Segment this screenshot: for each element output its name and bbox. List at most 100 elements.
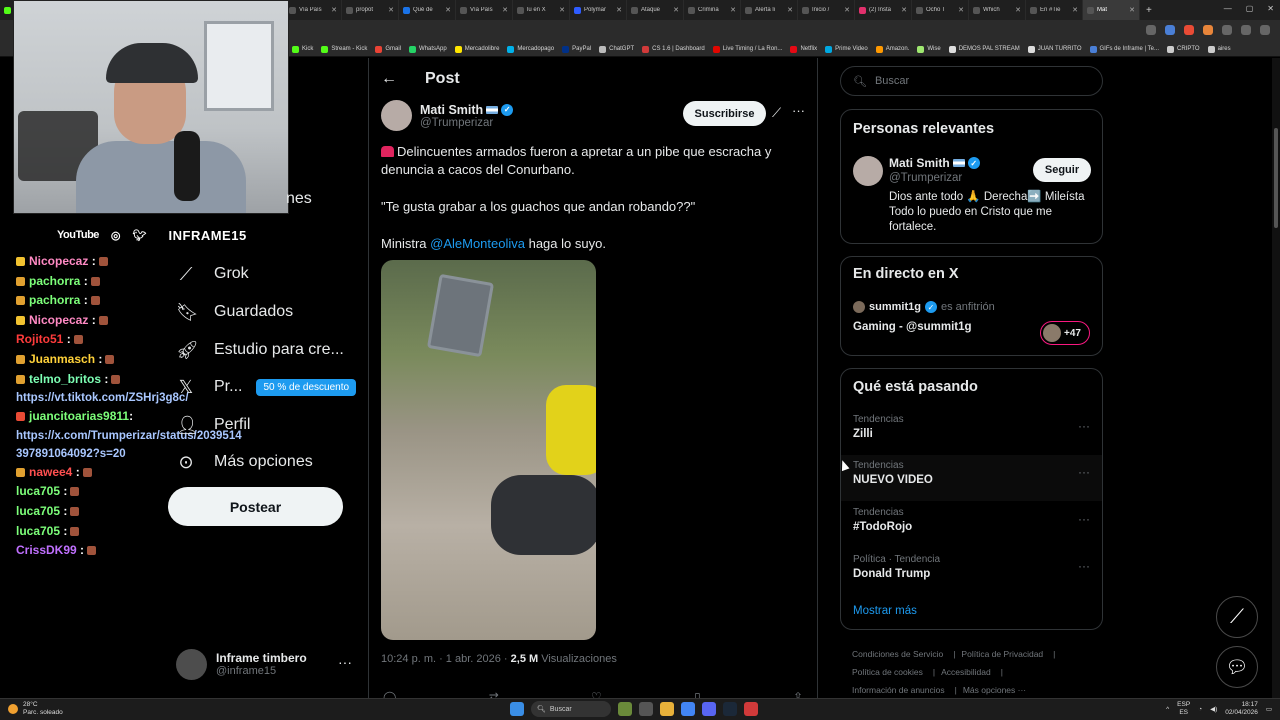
browser-tab[interactable]: Vía País ✕ (456, 0, 513, 20)
taskbar-search[interactable]: 🔍︎ Buscar (531, 701, 611, 717)
close-icon[interactable]: ✕ (502, 6, 508, 14)
clock[interactable]: 18:17 02/04/2026 (1225, 701, 1258, 717)
chrome-icon[interactable] (681, 702, 695, 716)
browser-tab[interactable]: Ocho T ✕ (912, 0, 969, 20)
more-icon[interactable]: ··· (338, 654, 352, 670)
back-arrow-icon[interactable]: ← (381, 70, 397, 88)
app-icon[interactable] (744, 702, 758, 716)
bookmark-item[interactable]: JUAN TURRITO (1027, 45, 1082, 53)
post-video[interactable] (381, 260, 596, 640)
subscribe-button[interactable]: Suscribirse (683, 101, 766, 126)
scrollbar[interactable] (1272, 58, 1280, 698)
maximize-icon[interactable]: ▢ (1246, 4, 1254, 13)
close-icon[interactable]: ✕ (1072, 6, 1078, 14)
show-more-link[interactable]: Mostrar más (853, 605, 917, 617)
close-icon[interactable]: ✕ (331, 6, 337, 14)
bookmark-item[interactable]: WhatsApp (409, 45, 447, 53)
browser-tab[interactable]: (2) Insta ✕ (855, 0, 912, 20)
account-switcher[interactable]: Inframe timbero @inframe15 ··· (176, 644, 356, 684)
close-icon[interactable]: ✕ (616, 6, 622, 14)
grok-icon[interactable]: ⟋ (772, 105, 781, 121)
file-explorer-icon[interactable] (660, 702, 674, 716)
close-icon[interactable]: ✕ (844, 6, 850, 14)
bookmark-item[interactable]: Live Timing / La Ron... (712, 45, 782, 53)
bookmark-item[interactable]: GIFs de Inframe | Te... (1089, 45, 1159, 53)
nav-item-more[interactable]: ⊙ Más opciones (176, 447, 312, 477)
browser-tab[interactable]: En #Tie ✕ (1026, 0, 1083, 20)
nav-more-partial[interactable]: nes (286, 184, 312, 214)
discord-icon[interactable] (702, 702, 716, 716)
extension-icon[interactable] (1165, 25, 1175, 35)
widgets-icon[interactable] (618, 702, 632, 716)
footer-link[interactable]: Política de cookies (852, 667, 923, 677)
browser-tab[interactable]: Crimina ✕ (684, 0, 741, 20)
browser-tab[interactable]: lu en X ✕ (513, 0, 570, 20)
bookmark-item[interactable]: aires (1207, 45, 1231, 53)
wifi-icon[interactable]: ◔ (1198, 706, 1202, 713)
close-icon[interactable]: ✕ (1015, 6, 1021, 14)
bookmark-item[interactable]: Wise (917, 45, 941, 53)
trend-item[interactable]: Política · Tendencia Donald Trump ··· (841, 549, 1102, 595)
bookmark-item[interactable]: DEMOS PAL STREAM (948, 45, 1020, 53)
nav-item-saved[interactable]: 🔖︎ Guardados (176, 297, 293, 327)
notification-icon[interactable]: ▭ (1266, 705, 1272, 713)
task-view-icon[interactable] (639, 702, 653, 716)
trend-item[interactable]: Tendencias NUEVO VIDEO ··· (841, 455, 1102, 501)
post-button[interactable]: Postear (168, 487, 343, 526)
close-icon[interactable]: ✕ (559, 6, 565, 14)
minimize-icon[interactable]: — (1224, 4, 1232, 13)
footer-link[interactable]: Política de Privacidad (961, 649, 1043, 659)
browser-tab[interactable]: Which ✕ (969, 0, 1026, 20)
bookmark-item[interactable]: Stream - Kick (321, 45, 367, 53)
language-indicator[interactable]: ESP ES (1177, 701, 1190, 717)
scrollbar-thumb[interactable] (1274, 128, 1278, 228)
close-icon[interactable]: ✕ (445, 6, 451, 14)
windows-start-icon[interactable] (510, 702, 524, 716)
close-icon[interactable]: ✕ (1129, 6, 1135, 14)
close-icon[interactable]: ✕ (901, 6, 907, 14)
bookmark-item[interactable]: Netflix (790, 45, 817, 53)
bookmark-item[interactable]: ChatGPT (599, 45, 634, 53)
footer-link[interactable]: Accesibilidad (941, 667, 991, 677)
close-icon[interactable]: ✕ (787, 6, 793, 14)
weather-widget[interactable]: 28°C Parc. soleado (8, 701, 63, 717)
avatar[interactable] (381, 100, 412, 131)
follow-button[interactable]: Seguir (1033, 158, 1091, 182)
bookmark-item[interactable]: PayPal (562, 45, 591, 53)
more-icon[interactable]: ··· (1078, 465, 1090, 479)
close-icon[interactable]: ✕ (673, 6, 679, 14)
trend-item[interactable]: Tendencias #TodoRojo ··· (841, 502, 1102, 548)
search-input[interactable]: 🔍︎ Buscar (840, 66, 1103, 96)
more-icon[interactable]: ··· (1078, 419, 1090, 433)
bookmark-item[interactable]: Amazon. (875, 45, 909, 53)
more-icon[interactable]: ··· (1078, 559, 1090, 573)
messages-fab-button[interactable]: 💬︎ (1216, 646, 1258, 688)
bookmark-item[interactable]: Mercadopago (507, 45, 554, 53)
extension-icon[interactable] (1203, 25, 1213, 35)
browser-tab[interactable]: Vía País ✕ (285, 0, 342, 20)
nav-item-grok[interactable]: ⟋ Grok (176, 259, 249, 289)
close-icon[interactable]: ✕ (958, 6, 964, 14)
browser-tab[interactable]: Ataque ✕ (627, 0, 684, 20)
footer-link[interactable]: Más opciones ··· (963, 685, 1026, 695)
grok-fab-button[interactable]: ⟋ (1216, 596, 1258, 638)
nav-item-premium[interactable]: 𝕏 Pr... 50 % de descuento (176, 372, 357, 402)
browser-menu-icon[interactable] (1260, 25, 1270, 35)
browser-tab[interactable]: Qué de ✕ (399, 0, 456, 20)
extension-icon[interactable] (1146, 25, 1156, 35)
new-tab-button[interactable]: + (1140, 5, 1158, 16)
relevant-name-row[interactable]: Mati Smith ✓ (889, 156, 980, 170)
footer-link[interactable]: Información de anuncios (852, 685, 945, 695)
tray-chevron-icon[interactable]: ^ (1166, 706, 1169, 713)
live-card[interactable]: En directo en X summit1g ✓ es anfitrión … (840, 256, 1103, 356)
more-icon[interactable]: ··· (792, 103, 805, 118)
bookmark-item[interactable]: Gmail (375, 45, 401, 53)
bookmark-item[interactable]: CRIPTO (1167, 45, 1200, 53)
volume-icon[interactable]: ◀) (1210, 705, 1217, 713)
nav-item-studio[interactable]: 🚀︎ Estudio para cre... (176, 335, 344, 365)
extension-icon[interactable] (1184, 25, 1194, 35)
more-icon[interactable]: ··· (1078, 512, 1090, 526)
browser-tab[interactable]: Inicio / ✕ (798, 0, 855, 20)
avatar[interactable] (853, 156, 883, 186)
post-author[interactable]: Mati Smith ✓ @Trumperizar (381, 100, 514, 131)
